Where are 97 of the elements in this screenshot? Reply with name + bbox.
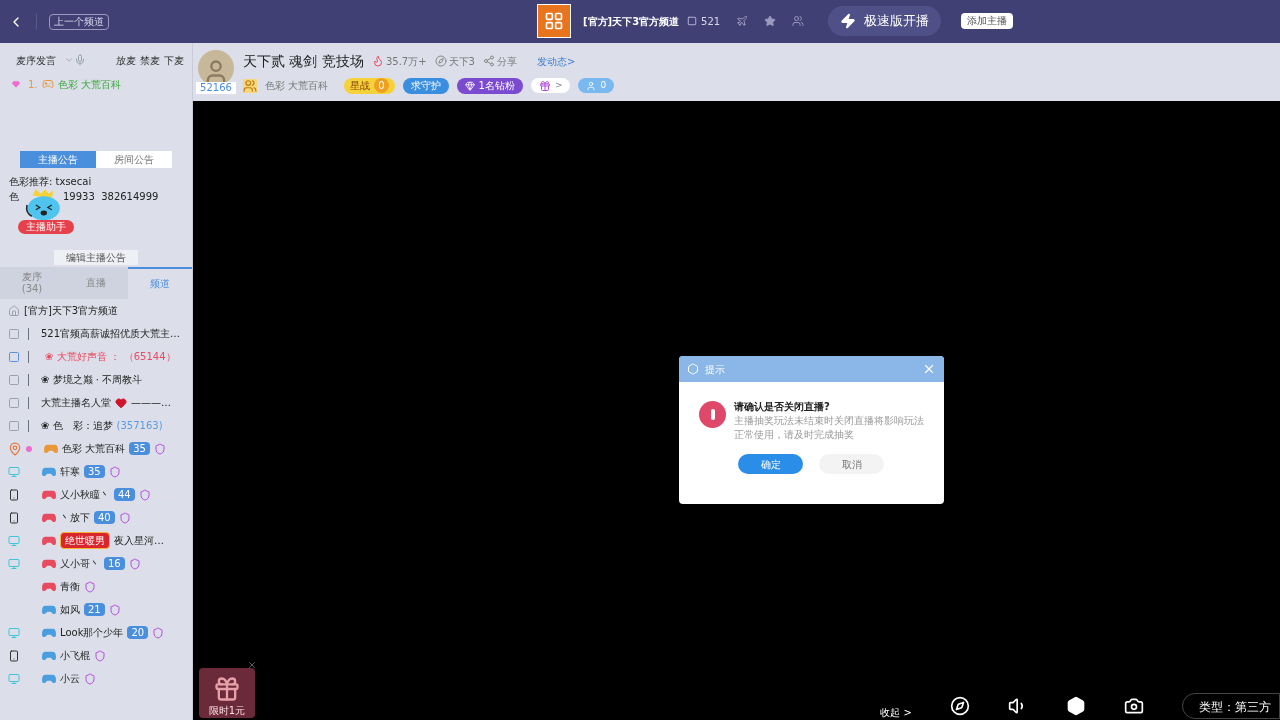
medal-icon [108,465,121,478]
level-badge: 21 [84,603,105,616]
user-name[interactable]: 丶放下 [60,510,90,525]
heat-count: 35.7万+ [385,54,427,69]
game-name[interactable]: 天下3 [448,53,475,69]
channel-icon [8,373,20,386]
mic-action[interactable]: 下麦 [164,52,184,68]
medal-icon [138,488,151,501]
lightning-icon [840,13,857,29]
room-title: 天下贰 魂剑 竞技场 [243,51,364,71]
anchor-name: 色彩 大荒百科 [265,79,329,93]
mic-action[interactable]: 放麦 [116,52,136,68]
level-badge: 20 [127,626,149,639]
user-icon [586,80,597,91]
notice-text: 19933 382614999 [63,190,159,204]
channel-icon [8,327,20,340]
dialog-body: 主播抽奖玩法未结束时关闭直播将影响玩法正常使用，请及时完成抽奖 [734,414,924,442]
id-icon [687,16,698,26]
medal-icon [84,672,96,685]
favorite-icon[interactable] [764,15,777,27]
level-badge: 44 [114,488,135,501]
level-badge: 40 [94,511,115,524]
gift-icon [538,79,551,92]
channel-icon [8,396,20,409]
medal-icon [108,603,121,616]
user-name[interactable]: 乂小秋瞳丶 [60,487,110,502]
home-icon [8,304,20,317]
diamond-icon [464,80,475,91]
level-badge: 16 [104,557,125,570]
close-icon[interactable] [247,660,257,670]
prev-channel-button[interactable]: 上一个频道 [49,13,109,30]
mic-icon[interactable] [74,54,86,66]
warning-icon [699,401,726,428]
dialog-title: 提示 [705,362,725,377]
edit-notice-button[interactable]: 编辑主播公告 [54,250,138,265]
queue-index: 1. [28,77,38,92]
compass-icon[interactable] [950,696,970,716]
medal-icon [94,649,106,662]
medal-icon [84,580,96,593]
plane-icon[interactable] [736,15,749,27]
add-anchor-button[interactable]: 添加主播 [961,13,1014,29]
user-name[interactable]: Look那个少年 [60,625,124,640]
user-name[interactable]: 如风 [60,602,80,617]
members-icon[interactable] [792,15,805,27]
user-name[interactable]: 色彩 大荒百科 [62,441,126,456]
title-badge: 绝世暖男 [60,532,110,549]
collapse-button[interactable]: 收起 > [880,704,912,720]
channel-name[interactable]: [官方]天下3官方频道 [24,303,119,318]
channel-decoration: ———… [131,396,171,410]
channel-count: (357163) [116,419,163,433]
channel-name[interactable]: 521官频高薪诚招优质大荒主… [37,326,181,341]
diamond-fans-badge[interactable]: 1名钻粉 [456,77,523,94]
user-name[interactable]: 夜入星河… [114,533,164,548]
notice-text: 色 [9,190,19,204]
gift-promo[interactable]: 限时1元 [199,668,255,718]
cancel-button[interactable]: 取消 [819,454,884,474]
medal-icon [153,442,166,455]
channel-name[interactable]: ❀ 梦境之巅 · 不周教斗 [37,372,143,387]
anchor-id: 52166 [196,82,236,94]
channel-icon [8,419,20,432]
user-name[interactable]: 小飞棍 [60,648,90,663]
mic-action[interactable]: 禁麦 [140,52,160,68]
user-name[interactable]: 青衡 [60,579,80,594]
medal-icon [128,557,141,570]
share-icon [482,55,495,67]
gift-more-button[interactable]: > [530,78,571,93]
notice-text: 色彩推荐: txsecai [9,175,92,189]
channel-name[interactable]: ❀ 色 彩：追梦 [37,418,113,433]
flame-icon [371,55,384,67]
user-name[interactable]: 小云 [60,671,80,686]
camera-icon[interactable] [1124,696,1144,716]
level-badge: 35 [129,442,150,455]
star-battle-badge[interactable]: 星战 0 [344,77,395,94]
channel-name[interactable]: 大荒主播名人堂 [37,395,111,410]
gamepad-icon [41,78,54,90]
level-badge: 35 [84,465,105,478]
channel-icon [8,350,20,363]
dialog-heading: 请确认是否关闭直播? [734,400,831,414]
game-icon [434,55,447,67]
gift-icon [213,675,241,703]
channel-name: [官方]天下3官方频道 [583,14,680,29]
notice-tab[interactable]: 房间公告 [96,151,172,168]
user-name[interactable]: 轩寒 [60,464,80,479]
share-link[interactable]: 分享 [496,53,517,69]
heart-icon [115,396,127,409]
mic-mode[interactable]: 麦序发言 [16,52,56,68]
assistant-badge[interactable]: 主播助手 [18,220,74,234]
heart-icon [12,80,20,88]
speed-broadcast-button[interactable]: 极速版开播 [828,6,942,36]
medal-icon [118,511,131,524]
viewer-count: 521 [701,14,721,29]
queue-name: 色彩 大荒百科 [57,77,121,92]
medal-icon [152,626,165,639]
user-name[interactable]: 乂小哥丶 [60,556,100,571]
channel-count: （65144） [123,350,176,364]
close-icon[interactable] [922,362,936,376]
gift-label: 限时1元 [208,704,246,718]
